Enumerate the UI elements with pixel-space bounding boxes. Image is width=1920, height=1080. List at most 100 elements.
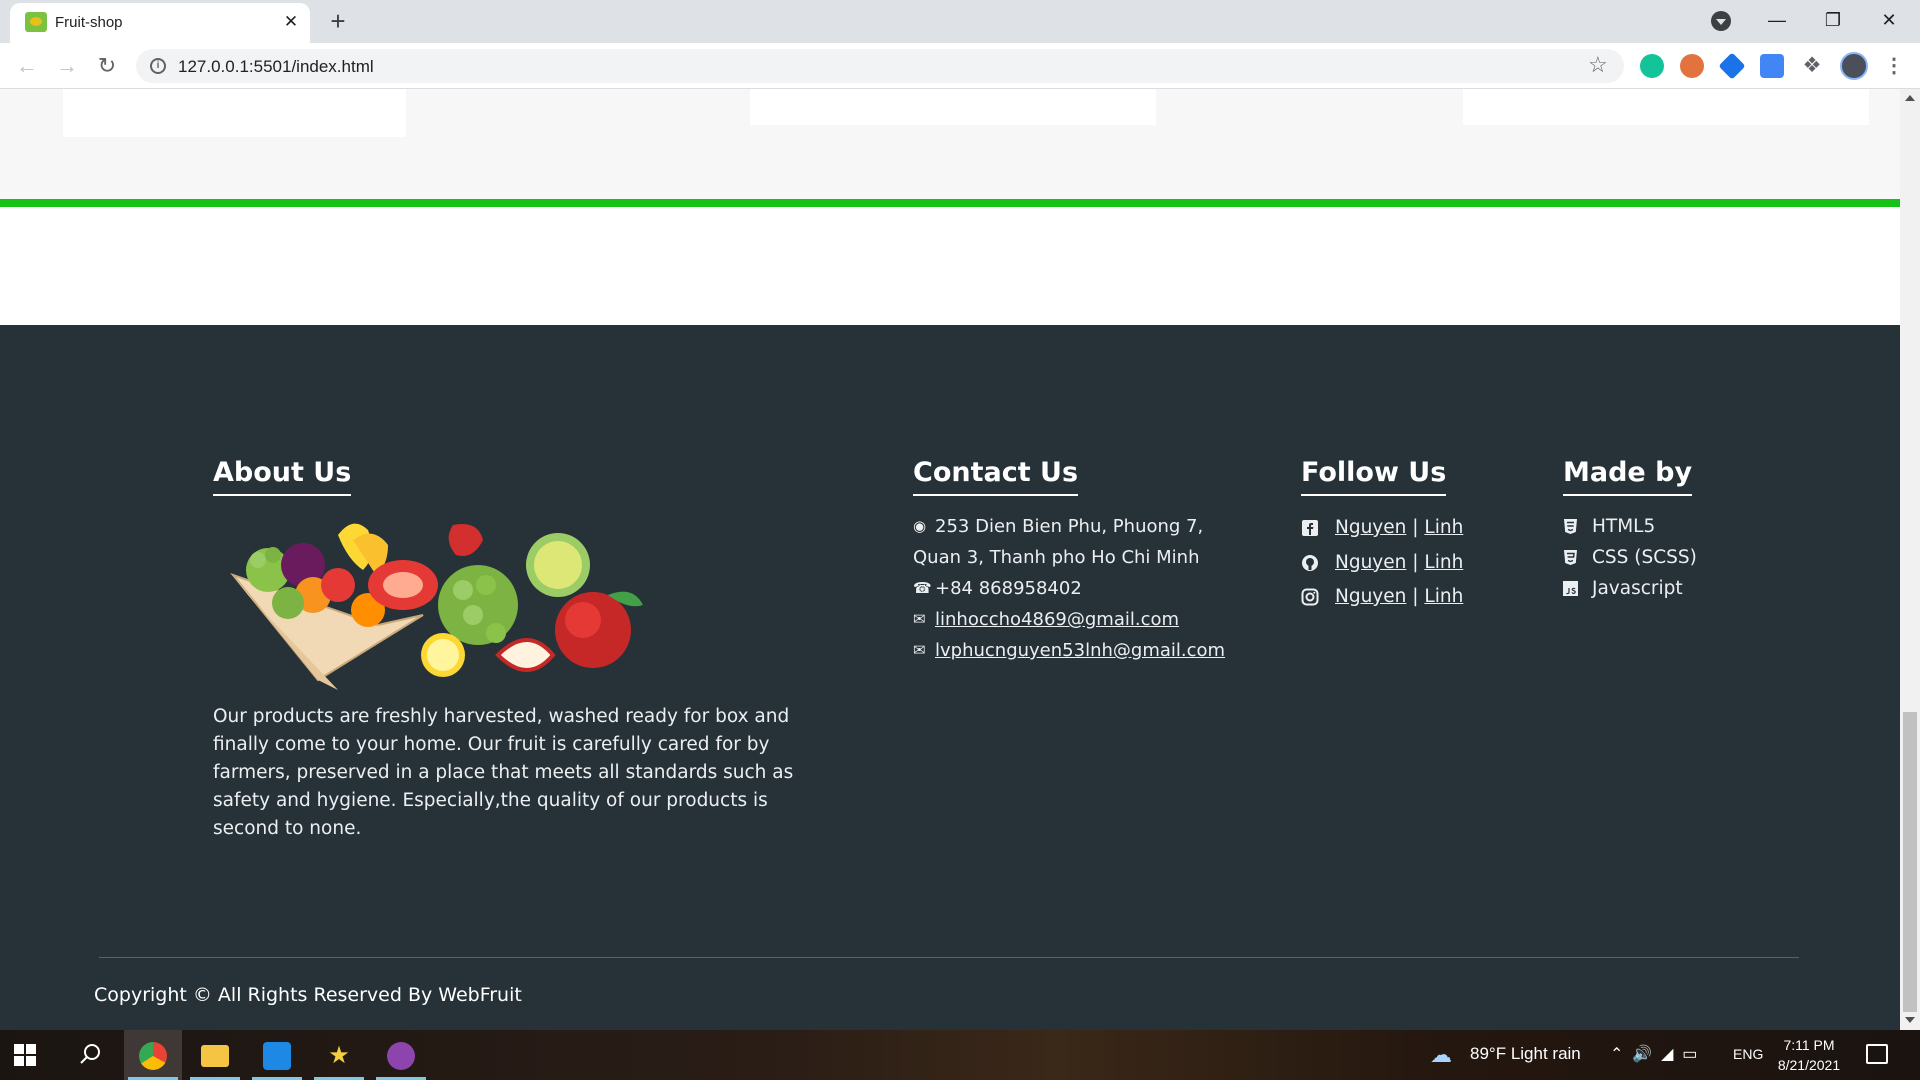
social-link[interactable]: Linh bbox=[1424, 552, 1463, 573]
window-close-button[interactable]: ✕ bbox=[1866, 4, 1912, 36]
social-link[interactable]: Nguyen bbox=[1335, 552, 1406, 573]
product-card bbox=[63, 89, 406, 137]
clock[interactable]: 7:11 PM 8/21/2021 bbox=[1773, 1035, 1845, 1075]
scrollbar-thumb[interactable] bbox=[1903, 712, 1917, 1012]
browser-toolbar: ← → ↻ i 127.0.0.1:5501/index.html ☆ ❖ ⋮ bbox=[0, 43, 1920, 89]
social-row-github: Nguyen | Linh bbox=[1301, 546, 1463, 581]
star-app-icon: ★ bbox=[328, 1042, 350, 1069]
site-info-icon[interactable]: i bbox=[150, 58, 166, 74]
scroll-up-arrow-icon[interactable] bbox=[1905, 95, 1915, 101]
bookmark-star-icon[interactable]: ☆ bbox=[1588, 52, 1608, 78]
separator: | bbox=[1412, 517, 1419, 538]
tab-search-icon[interactable] bbox=[1711, 11, 1731, 31]
social-link[interactable]: Nguyen bbox=[1335, 586, 1406, 607]
map-marker-icon: ◉ bbox=[913, 517, 927, 535]
windows-start-icon[interactable] bbox=[14, 1044, 36, 1066]
address-row-2: Quan 3, Thanh pho Ho Chi Minh bbox=[913, 542, 1253, 573]
new-tab-button[interactable]: + bbox=[324, 7, 352, 35]
taskbar-file-explorer[interactable] bbox=[186, 1030, 244, 1080]
follow-heading: Follow Us bbox=[1301, 457, 1447, 496]
javascript-icon bbox=[1563, 581, 1578, 596]
restore-button[interactable]: ❐ bbox=[1810, 4, 1856, 36]
email-link[interactable]: lvphucnguyen53lnh@gmail.com bbox=[935, 640, 1225, 661]
fruit-basket-image bbox=[230, 523, 643, 690]
address-line-2: Quan 3, Thanh pho Ho Chi Minh bbox=[913, 547, 1200, 568]
browser-tab[interactable]: Fruit-shop ✕ bbox=[10, 3, 310, 43]
reload-icon[interactable]: ↻ bbox=[92, 51, 122, 81]
tech-item: Javascript bbox=[1563, 573, 1697, 604]
facebook-icon[interactable] bbox=[1301, 519, 1319, 537]
taskbar-app[interactable]: ★ bbox=[310, 1030, 368, 1080]
forward-arrow-icon[interactable]: → bbox=[52, 51, 82, 81]
extension-diamond-icon[interactable] bbox=[1718, 52, 1746, 80]
folder-icon bbox=[201, 1045, 229, 1067]
css3-icon bbox=[1564, 550, 1577, 565]
tech-label: CSS (SCSS) bbox=[1592, 547, 1697, 568]
social-link[interactable]: Linh bbox=[1424, 517, 1463, 538]
html5-icon bbox=[1564, 519, 1577, 534]
tech-label: HTML5 bbox=[1592, 516, 1656, 537]
url-text[interactable]: 127.0.0.1:5501/index.html bbox=[178, 57, 374, 77]
clock-date: 8/21/2021 bbox=[1777, 1057, 1841, 1073]
grammarly-extension-icon[interactable] bbox=[1640, 54, 1664, 78]
browser-menu-icon[interactable]: ⋮ bbox=[1880, 52, 1908, 80]
product-card bbox=[1463, 89, 1869, 125]
social-link[interactable]: Nguyen bbox=[1335, 517, 1406, 538]
tab-close-icon[interactable]: ✕ bbox=[280, 11, 302, 33]
extension-icon[interactable] bbox=[1680, 54, 1704, 78]
copyright-text: Copyright © All Rights Reserved By WebFr… bbox=[94, 984, 522, 1006]
language-indicator[interactable]: ENG bbox=[1733, 1046, 1763, 1062]
address-line-1: 253 Dien Bien Phu, Phuong 7, bbox=[935, 516, 1204, 537]
tab-strip: Fruit-shop ✕ + — ❐ ✕ bbox=[0, 0, 1920, 43]
notification-center-icon[interactable] bbox=[1866, 1044, 1888, 1064]
contact-heading: Contact Us bbox=[913, 457, 1079, 496]
back-arrow-icon[interactable]: ← bbox=[12, 51, 42, 81]
minimize-button[interactable]: — bbox=[1754, 4, 1800, 36]
site-footer: About Us Our products are freshly harves… bbox=[0, 325, 1900, 1030]
search-icon[interactable] bbox=[78, 1042, 102, 1066]
phone-number: +84 868958402 bbox=[935, 578, 1082, 599]
email-link[interactable]: linhoccho4869@gmail.com bbox=[935, 609, 1179, 630]
github-icon[interactable] bbox=[1301, 554, 1319, 572]
phone-row: ☎ +84 868958402 bbox=[913, 573, 1253, 604]
address-row: ◉ 253 Dien Bien Phu, Phuong 7, bbox=[913, 511, 1253, 542]
social-list: Nguyen | Linh Nguyen | Linh Nguyen | Lin… bbox=[1301, 511, 1463, 615]
phone-icon: ☎ bbox=[913, 579, 932, 597]
taskbar-chrome[interactable] bbox=[124, 1030, 182, 1080]
envelope-icon: ✉ bbox=[913, 641, 926, 659]
scroll-down-arrow-icon[interactable] bbox=[1905, 1017, 1915, 1023]
envelope-icon: ✉ bbox=[913, 610, 926, 628]
page-viewport: About Us Our products are freshly harves… bbox=[0, 89, 1900, 1030]
taskbar-github-desktop[interactable] bbox=[372, 1030, 430, 1080]
vscode-icon bbox=[263, 1042, 291, 1070]
instagram-icon[interactable] bbox=[1301, 588, 1319, 606]
tray-icons[interactable]: ⌃ 🔊 ◢ ▭ bbox=[1610, 1044, 1697, 1064]
tech-label: Javascript bbox=[1592, 578, 1683, 599]
tech-item: CSS (SCSS) bbox=[1563, 542, 1697, 573]
separator: | bbox=[1412, 551, 1419, 573]
fruit-favicon-icon bbox=[25, 12, 47, 32]
extensions-puzzle-icon[interactable]: ❖ bbox=[1800, 54, 1824, 78]
address-bar[interactable]: i 127.0.0.1:5501/index.html ☆ bbox=[136, 49, 1624, 83]
about-description: Our products are freshly harvested, wash… bbox=[213, 706, 794, 839]
tech-list: HTML5 CSS (SCSS) Javascript bbox=[1563, 511, 1697, 604]
weather-cloud-icon[interactable]: ☁ bbox=[1430, 1042, 1452, 1068]
translate-extension-icon[interactable] bbox=[1760, 54, 1784, 78]
tab-title: Fruit-shop bbox=[55, 14, 123, 31]
social-link[interactable]: Linh bbox=[1424, 586, 1463, 607]
email-row: ✉ lvphucnguyen53lnh@gmail.com bbox=[913, 635, 1253, 666]
vertical-scrollbar[interactable] bbox=[1900, 89, 1920, 1030]
about-heading: About Us bbox=[213, 457, 352, 496]
product-card bbox=[750, 89, 1156, 125]
clock-time: 7:11 PM bbox=[1783, 1037, 1835, 1053]
windows-taskbar: ★ ☁ 89°F Light rain ⌃ 🔊 ◢ ▭ ENG 7:11 PM … bbox=[0, 1030, 1920, 1080]
weather-text[interactable]: 89°F Light rain bbox=[1470, 1044, 1581, 1064]
profile-avatar[interactable] bbox=[1840, 52, 1868, 80]
taskbar-vscode[interactable] bbox=[248, 1030, 306, 1080]
social-row-facebook: Nguyen | Linh bbox=[1301, 511, 1463, 546]
github-desktop-icon bbox=[387, 1042, 415, 1070]
chrome-icon bbox=[139, 1042, 167, 1070]
white-section bbox=[0, 207, 1900, 325]
made-by-heading: Made by bbox=[1563, 457, 1693, 496]
contact-list: ◉ 253 Dien Bien Phu, Phuong 7, Quan 3, T… bbox=[913, 511, 1253, 666]
